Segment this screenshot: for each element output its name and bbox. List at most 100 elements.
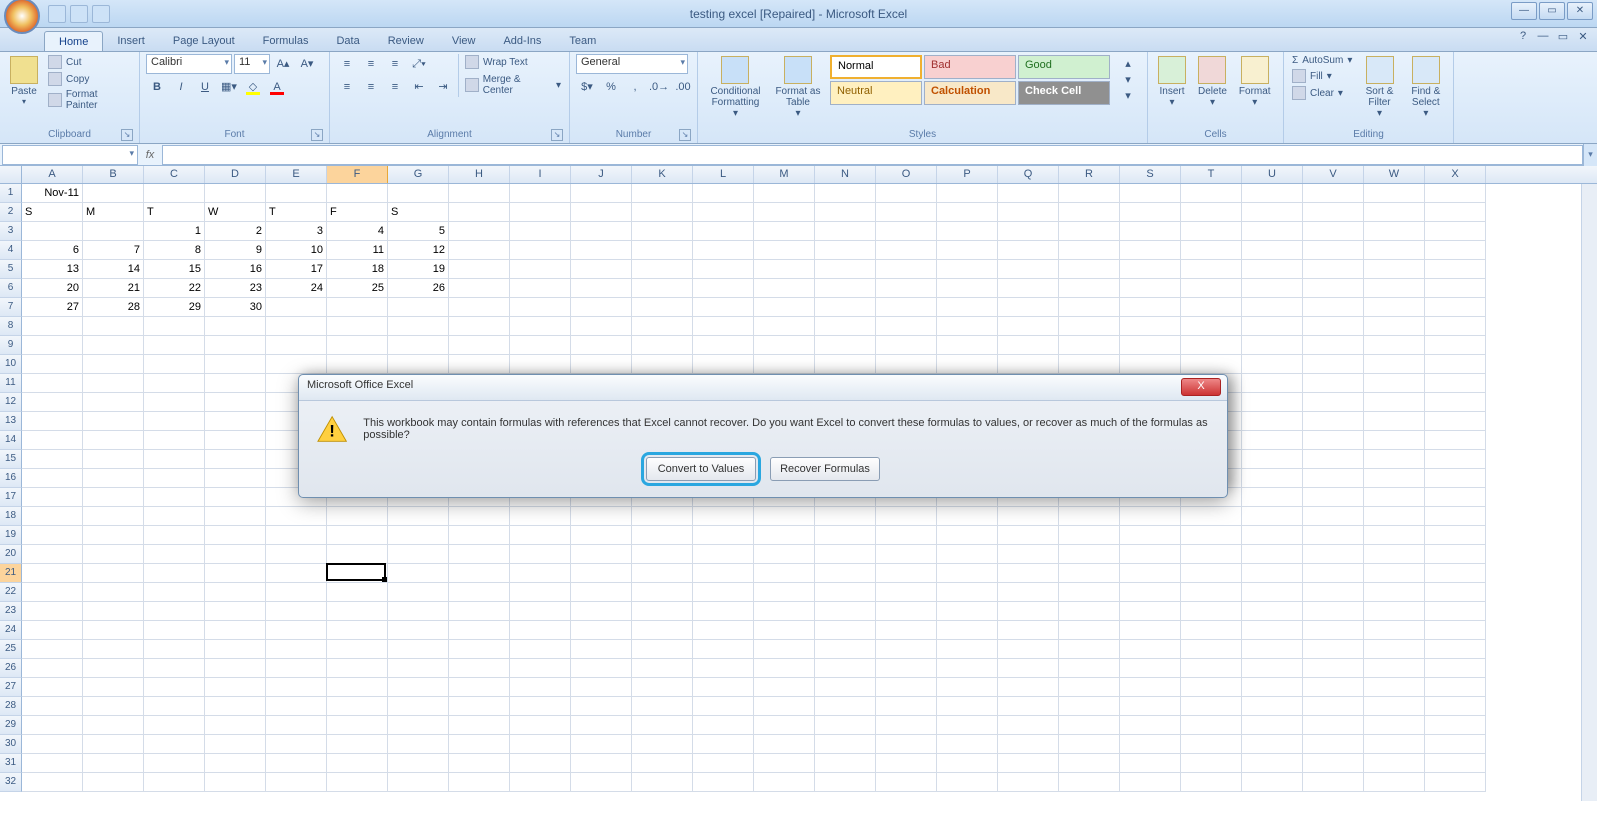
cell-X31[interactable]: [1425, 754, 1486, 773]
cell-G25[interactable]: [388, 640, 449, 659]
cell-C9[interactable]: [144, 336, 205, 355]
row-header-16[interactable]: 16: [0, 469, 22, 488]
align-right-button[interactable]: ≡: [384, 77, 406, 97]
cell-K24[interactable]: [632, 621, 693, 640]
cell-S4[interactable]: [1120, 241, 1181, 260]
cell-B31[interactable]: [83, 754, 144, 773]
cell-B15[interactable]: [83, 450, 144, 469]
cell-B1[interactable]: [83, 184, 144, 203]
cell-L10[interactable]: [693, 355, 754, 374]
cell-V8[interactable]: [1303, 317, 1364, 336]
cell-D29[interactable]: [205, 716, 266, 735]
cell-B27[interactable]: [83, 678, 144, 697]
cell-C23[interactable]: [144, 602, 205, 621]
cell-V27[interactable]: [1303, 678, 1364, 697]
cell-A23[interactable]: [22, 602, 83, 621]
cell-P29[interactable]: [937, 716, 998, 735]
cell-E24[interactable]: [266, 621, 327, 640]
row-header-25[interactable]: 25: [0, 640, 22, 659]
cell-O6[interactable]: [876, 279, 937, 298]
cell-K27[interactable]: [632, 678, 693, 697]
cell-D21[interactable]: [205, 564, 266, 583]
number-format-combo[interactable]: General: [576, 54, 688, 74]
cell-F23[interactable]: [327, 602, 388, 621]
cell-R31[interactable]: [1059, 754, 1120, 773]
cell-L31[interactable]: [693, 754, 754, 773]
cell-T8[interactable]: [1181, 317, 1242, 336]
cell-N3[interactable]: [815, 222, 876, 241]
cell-T5[interactable]: [1181, 260, 1242, 279]
cell-L30[interactable]: [693, 735, 754, 754]
column-header-V[interactable]: V: [1303, 166, 1364, 183]
cell-J22[interactable]: [571, 583, 632, 602]
cell-A28[interactable]: [22, 697, 83, 716]
cell-K22[interactable]: [632, 583, 693, 602]
cell-O7[interactable]: [876, 298, 937, 317]
cell-S20[interactable]: [1120, 545, 1181, 564]
cell-Q18[interactable]: [998, 507, 1059, 526]
cell-I21[interactable]: [510, 564, 571, 583]
cell-X6[interactable]: [1425, 279, 1486, 298]
cell-A15[interactable]: [22, 450, 83, 469]
cell-D11[interactable]: [205, 374, 266, 393]
find-select-button[interactable]: Find & Select▾: [1405, 54, 1447, 121]
wrap-text-button[interactable]: Wrap Text: [463, 54, 563, 70]
cell-N9[interactable]: [815, 336, 876, 355]
cell-R19[interactable]: [1059, 526, 1120, 545]
cell-P21[interactable]: [937, 564, 998, 583]
cell-U11[interactable]: [1242, 374, 1303, 393]
cell-L21[interactable]: [693, 564, 754, 583]
cell-J31[interactable]: [571, 754, 632, 773]
cell-X21[interactable]: [1425, 564, 1486, 583]
alignment-dialog-launcher[interactable]: ↘: [551, 129, 563, 141]
tab-formulas[interactable]: Formulas: [249, 31, 323, 51]
cell-S10[interactable]: [1120, 355, 1181, 374]
cell-K5[interactable]: [632, 260, 693, 279]
border-button[interactable]: ▦▾: [218, 77, 240, 97]
cell-D23[interactable]: [205, 602, 266, 621]
insert-cells-button[interactable]: Insert▾: [1154, 54, 1190, 110]
cell-J23[interactable]: [571, 602, 632, 621]
cell-B4[interactable]: 7: [83, 241, 144, 260]
cell-M10[interactable]: [754, 355, 815, 374]
cell-G22[interactable]: [388, 583, 449, 602]
row-header-24[interactable]: 24: [0, 621, 22, 640]
tab-review[interactable]: Review: [374, 31, 438, 51]
cell-H31[interactable]: [449, 754, 510, 773]
cell-G6[interactable]: 26: [388, 279, 449, 298]
cell-N28[interactable]: [815, 697, 876, 716]
cell-W23[interactable]: [1364, 602, 1425, 621]
minimize-button[interactable]: —: [1511, 2, 1537, 20]
cell-K6[interactable]: [632, 279, 693, 298]
cell-D31[interactable]: [205, 754, 266, 773]
cell-E22[interactable]: [266, 583, 327, 602]
select-all-corner[interactable]: [0, 166, 22, 183]
cell-P5[interactable]: [937, 260, 998, 279]
cell-A4[interactable]: 6: [22, 241, 83, 260]
cell-O23[interactable]: [876, 602, 937, 621]
cell-N7[interactable]: [815, 298, 876, 317]
cell-F28[interactable]: [327, 697, 388, 716]
cell-D32[interactable]: [205, 773, 266, 792]
cell-N10[interactable]: [815, 355, 876, 374]
cell-B23[interactable]: [83, 602, 144, 621]
cell-T31[interactable]: [1181, 754, 1242, 773]
help-icon[interactable]: ?: [1515, 30, 1531, 46]
row-header-28[interactable]: 28: [0, 697, 22, 716]
cell-R27[interactable]: [1059, 678, 1120, 697]
cell-H25[interactable]: [449, 640, 510, 659]
cell-F5[interactable]: 18: [327, 260, 388, 279]
cell-R32[interactable]: [1059, 773, 1120, 792]
cell-K10[interactable]: [632, 355, 693, 374]
cell-Q28[interactable]: [998, 697, 1059, 716]
cell-B20[interactable]: [83, 545, 144, 564]
cell-B28[interactable]: [83, 697, 144, 716]
cell-S31[interactable]: [1120, 754, 1181, 773]
cell-K19[interactable]: [632, 526, 693, 545]
cell-H9[interactable]: [449, 336, 510, 355]
cell-E29[interactable]: [266, 716, 327, 735]
fill-color-button[interactable]: ◇: [242, 77, 264, 97]
cell-K18[interactable]: [632, 507, 693, 526]
cell-E25[interactable]: [266, 640, 327, 659]
cell-J7[interactable]: [571, 298, 632, 317]
